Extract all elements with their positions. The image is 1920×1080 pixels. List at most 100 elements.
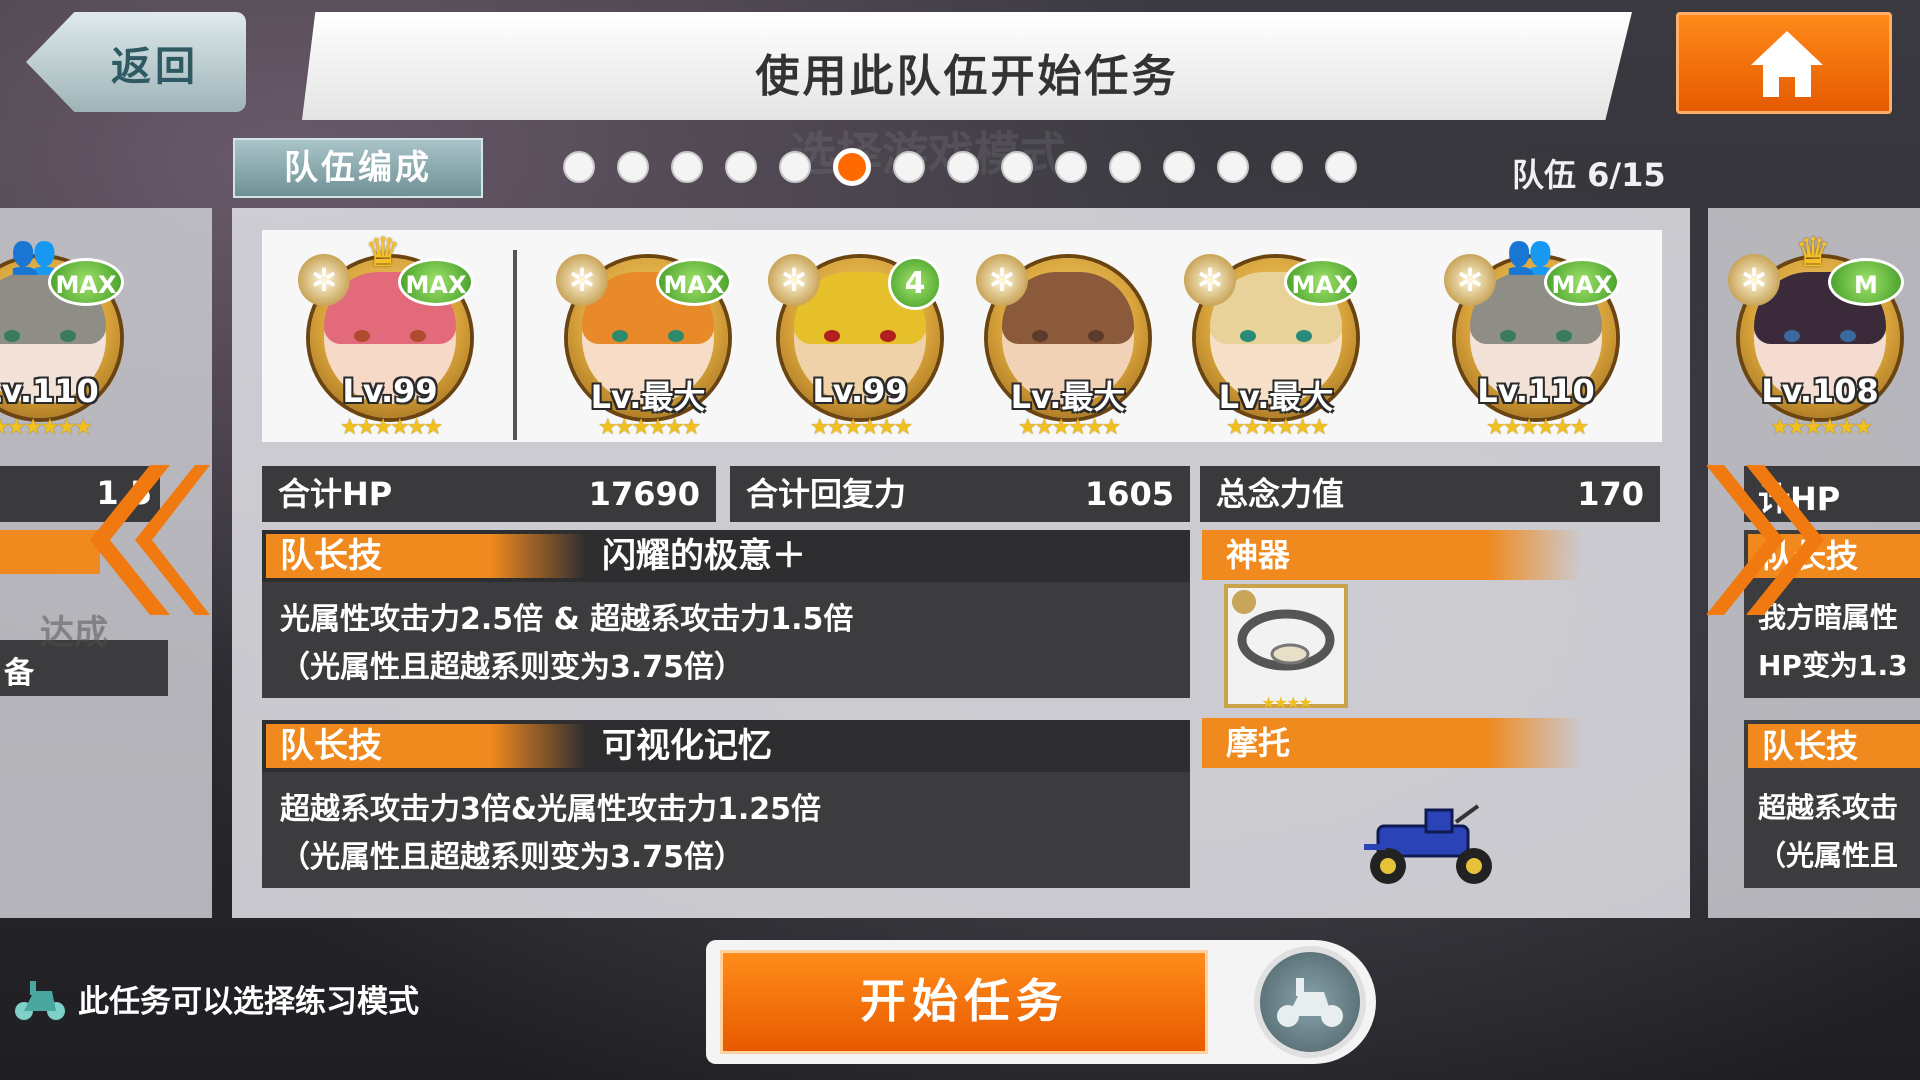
team-page-dot[interactable] [563,151,595,183]
character-stars: ★★★★★★ [1225,415,1329,440]
team-page-dot[interactable] [1271,151,1303,183]
artifact-slot[interactable]: ★★★★ [1224,584,1348,712]
leader-skill-2-name: 可视化记忆 [602,726,772,766]
leader-divider [513,250,517,440]
leader-skill-1-line2: （光属性且超越系则变为3.75倍） [280,650,745,685]
leader-skill-2-tag: 队长技 [266,724,586,768]
character-level: Lv.99 [812,372,908,410]
team-page-dot[interactable] [725,151,757,183]
skill-level-badge: 4 [888,256,942,310]
team-formation-button[interactable]: 队伍编成 [233,138,483,198]
character-stars: ★★★★★★ [1017,415,1121,440]
scooter-icon [15,980,65,1020]
max-badge: MAX [48,258,124,306]
total-recovery-bar: 合计回复力 1605 [730,466,1190,522]
character-slot[interactable]: ✲ 👥MAXLv.110★★★★★★ [0,230,140,442]
next-team-skill-line2: HP变为1.3 [1758,649,1908,682]
awaken-star-icon: ✲ [556,254,608,306]
leader-skill-1-line1: 光属性攻击力2.5倍 & 超越系攻击力1.5倍 [280,602,854,637]
next-team-arrow-icon[interactable] [1706,465,1826,615]
character-level: Lv.108 [1761,372,1879,410]
start-mission-area: 开始任务 [706,940,1376,1064]
character-stars: ★★★★★★ [597,415,701,440]
character-slot[interactable]: ✲ MAX Lv.最大 ★★★★★★ [1176,230,1376,442]
team-page-dot[interactable] [893,151,925,183]
character-slot[interactable]: ✲ ♛ M Lv.108 ★★★★★★ [1720,230,1920,442]
page-title: 使用此队伍开始任务 [755,51,1179,102]
practice-mode-note: 此任务可以选择练习模式 [12,976,419,1021]
team-counter: 队伍 6/15 [1512,156,1666,194]
max-badge: MAX [656,258,732,306]
total-hp-bar: 合计HP 17690 [262,466,716,522]
total-recovery-value: 1605 [1084,475,1174,513]
leader-skill-2-line1: 超越系攻击力3倍&光属性攻击力1.25倍 [280,792,822,827]
team-page-dot[interactable] [1055,151,1087,183]
awaken-star-icon: ✲ [1728,254,1780,306]
max-badge: MAX [1544,258,1620,306]
team-page-dot[interactable] [1217,151,1249,183]
character-stars: ★★★★★★ [0,415,93,440]
title-banner: 使用此队伍开始任务 [302,12,1632,120]
start-mission-button[interactable]: 开始任务 [720,950,1208,1054]
max-badge: MAX [1284,258,1360,306]
team-page-dot[interactable] [617,151,649,183]
character-level: Lv.最大 [590,378,706,416]
team-page-dot[interactable] [833,148,871,186]
bracelet-icon [1232,590,1335,671]
total-recovery-label: 合计回复力 [746,475,907,513]
character-stars: ★★★★★★ [1769,415,1873,440]
character-level: Lv.最大 [1010,378,1126,416]
team-page-dot[interactable] [1109,151,1141,183]
character-stars: ★★★★★★ [339,415,443,440]
leader-skill-1-name: 闪耀的极意＋ [602,536,806,576]
total-willpower-label: 总念力值 [1216,475,1345,513]
crown-icon: ♛ [1795,230,1831,276]
artifact-label: 神器 [1202,530,1582,580]
leader-skill-1[interactable]: 队长技 闪耀的极意＋ 光属性攻击力2.5倍 & 超越系攻击力1.5倍 （光属性且… [262,530,1190,698]
back-label: 返回 [111,44,199,90]
awaken-star-icon: ✲ [976,254,1028,306]
back-button[interactable]: 返回 [26,12,246,112]
team-page-dot[interactable] [1325,151,1357,183]
total-willpower-value: 170 [1577,475,1644,513]
max-badge: MAX [398,258,474,306]
total-willpower-bar: 总念力值 170 [1200,466,1660,522]
character-slot[interactable]: ✲ 👥MAXLv.110★★★★★★ [1436,230,1636,442]
next-team-skill-line4: （光属性且 [1758,839,1899,872]
character-stars: ★★★★★★ [1485,415,1589,440]
prev-team-skill-tag [0,530,100,574]
crown-icon: ♛ [365,230,401,276]
leader-skill-1-tag: 队长技 [266,534,586,578]
awaken-star-icon: ✲ [768,254,820,306]
team-page-dot[interactable] [1001,151,1033,183]
leader-skill-2-line2: （光属性且超越系则变为3.75倍） [280,840,745,875]
total-hp-label: 合计HP [278,475,393,513]
character-slot[interactable]: ✲ Lv.最大 ★★★★★★ [968,230,1168,442]
team-page-dot[interactable] [1163,151,1195,183]
character-slot[interactable]: ✲ 4 Lv.99 ★★★★★★ [760,230,960,442]
motor-label: 摩托 [1202,718,1582,768]
motor-slot[interactable] [1356,800,1506,894]
prev-team-skill-text: 备 [4,656,34,691]
scooter-toggle-icon [1277,978,1343,1027]
character-stars: ★★★★★★ [809,415,913,440]
next-team-skill-tag-2: 队长技 [1748,724,1920,768]
practice-mode-button[interactable] [1254,946,1366,1058]
leader-skill-2[interactable]: 队长技 可视化记忆 超越系攻击力3倍&光属性攻击力1.25倍 （光属性且超越系则… [262,720,1190,888]
next-team-skill-line3: 超越系攻击 [1758,791,1899,824]
artifact-stars: ★★★★ [1261,693,1312,712]
awaken-star-icon: ✲ [298,254,350,306]
character-slot[interactable]: ✲ MAX Lv.最大 ★★★★★★ [548,230,748,442]
team-page-dot[interactable] [947,151,979,183]
friend-icon: 👥 [1506,232,1554,276]
character-level: Lv.99 [342,372,438,410]
prev-team-arrow-icon[interactable] [90,465,210,615]
awaken-star-icon: ✲ [1444,254,1496,306]
total-hp-value: 17690 [588,475,700,513]
team-page-dot[interactable] [779,151,811,183]
team-page-dot[interactable] [671,151,703,183]
home-button[interactable] [1676,12,1892,114]
character-slot[interactable]: ✲ ♛ MAX Lv.99 ★★★★★★ [290,230,490,442]
next-team-skill-box-2: 队长技 超越系攻击 （光属性且 [1744,720,1920,888]
vintage-car-icon [1364,804,1492,884]
